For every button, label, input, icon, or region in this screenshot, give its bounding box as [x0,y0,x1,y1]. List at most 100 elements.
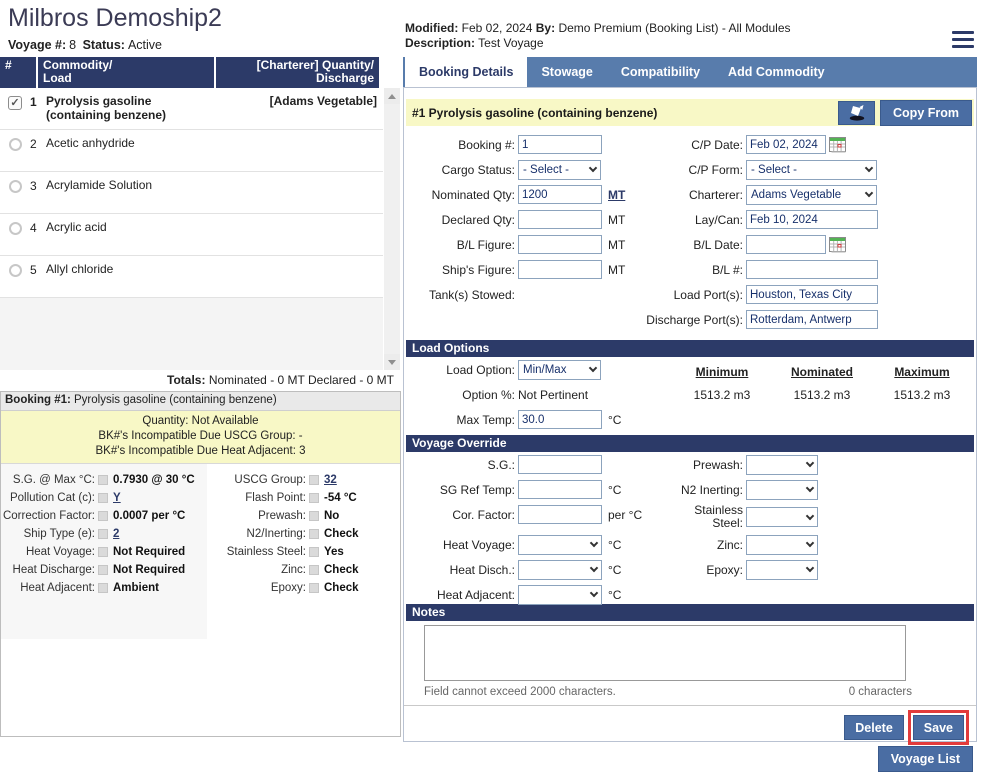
arrow-up-icon [388,94,396,99]
correction-factor-label: Correction Factor: [1,510,98,523]
modified-info: Modified: Feb 02, 2024 By: Demo Premium … [405,21,925,51]
left-pane: Milbros Demoship2 Voyage #:8 Status:Acti… [0,0,401,770]
row-number: 3 [30,178,46,193]
epoxy-select[interactable] [746,560,818,580]
ship-type-value-link[interactable]: 2 [113,528,119,541]
load-ports-input[interactable] [746,285,878,304]
row-5-radio[interactable] [9,264,22,277]
epoxy-value: Check [324,582,359,595]
bl-figure-label: B/L Figure: [406,238,518,252]
nominated-value: 1513.2 m3 [772,388,872,402]
commodity-table-header: # Commodity/ Load [Charterer] Quantity/ … [0,57,383,88]
tab-stowage[interactable]: Stowage [527,57,606,87]
bl-number-input[interactable] [746,260,878,279]
tab-add-commodity[interactable]: Add Commodity [714,57,839,87]
heat-adjacent-combo[interactable] [518,585,602,605]
prewash-select[interactable] [746,455,818,475]
tank-cleaning-button[interactable] [838,101,875,125]
tab-compatibility[interactable]: Compatibility [607,57,714,87]
heat-voyage-override-label: Heat Voyage: [406,538,518,552]
table-row-4[interactable]: 4 Acrylic acid [0,214,383,256]
cp-date-input[interactable] [746,135,826,154]
alert-quantity: Quantity: Not Available [1,414,400,429]
chevron-down-icon [806,564,814,572]
charterer-label: Charterer: [537,188,746,202]
commodity-name: Pyrolysis gasoline (containing benzene) [46,94,221,122]
booking-summary-panel: Booking #1: Pyrolysis gasoline (containi… [0,391,401,737]
table-row-2[interactable]: 2 Acetic anhydride [0,130,383,172]
booking-form: Booking #: Cargo Status:- Select - Nomin… [404,132,976,340]
chevron-down-icon [865,164,873,172]
minimum-value: 1513.2 m3 [672,388,772,402]
pollution-cat-value-link[interactable]: Y [113,492,121,505]
tab-booking-details[interactable]: Booking Details [405,57,527,87]
uscg-group-value-link[interactable]: 32 [324,474,337,487]
col-header-charterer-qty: [Charterer] Quantity/ Discharge [216,57,379,88]
check-icon: ✓ [10,98,19,109]
row-1-checkbox-checked[interactable]: ✓ [8,96,22,110]
bl-date-input[interactable] [746,235,826,254]
hamburger-menu-icon[interactable] [952,31,974,52]
load-ports-label: Load Port(s): [537,288,746,302]
table-row-1[interactable]: ✓ 1 Pyrolysis gasoline (containing benze… [0,88,383,130]
voyage-number: 8 [69,38,76,52]
discharge-ports-input[interactable] [746,310,878,329]
option-pct-value: Not Pertinent [518,388,588,402]
col-header-number: # [0,57,36,88]
option-pct-label: Option %: [406,388,518,402]
n2-inerting-value: Check [324,528,359,541]
info-square-icon [309,493,319,503]
save-highlight-annotation: Save [908,710,969,745]
chevron-down-icon [806,511,814,519]
heat-disch-override-label: Heat Disch.: [406,563,518,577]
info-square-icon [98,511,108,521]
cor-factor-label: Cor. Factor: [406,508,518,522]
commodity-list-scrollbar[interactable] [384,88,400,370]
voyage-list-button[interactable]: Voyage List [878,746,973,772]
max-temp-input[interactable] [518,410,602,429]
row-2-radio[interactable] [9,138,22,151]
voyage-override-header: Voyage Override [406,435,974,452]
totals-label: Totals: [167,373,205,387]
charterer-select[interactable]: Adams Vegetable [746,185,877,205]
alert-heat-adjacent: BK#'s Incompatible Due Heat Adjacent: 3 [1,444,400,459]
chevron-down-icon [865,189,873,197]
cp-form-select[interactable]: - Select - [746,160,877,180]
table-row-5[interactable]: 5 Allyl chloride [0,256,383,298]
row-4-radio[interactable] [9,222,22,235]
sg-ref-temp-label: SG Ref Temp: [406,483,518,497]
info-square-icon [309,565,319,575]
n2-inerting-select[interactable] [746,480,818,500]
row-number: 5 [30,262,46,277]
save-button[interactable]: Save [913,715,964,740]
chevron-down-icon [806,459,814,467]
info-square-icon [98,475,108,485]
stainless-steel-select[interactable] [746,507,818,527]
load-option-select[interactable]: Min/Max [518,360,601,380]
row-3-radio[interactable] [9,180,22,193]
booking-properties: S.G. @ Max °C:0.7930 @ 30 °C Pollution C… [1,464,400,639]
info-square-icon [98,493,108,503]
commodity-name: Acetic anhydride [46,136,221,150]
notes-textarea[interactable] [424,625,906,681]
commodity-name: Allyl chloride [46,262,221,276]
scroll-up-button[interactable] [384,88,400,104]
delete-button[interactable]: Delete [844,715,904,740]
calendar-icon[interactable] [829,136,848,153]
table-row-3[interactable]: 3 Acrylamide Solution [0,172,383,214]
copy-from-button[interactable]: Copy From [880,100,972,126]
heat-voyage-label: Heat Voyage: [1,546,98,559]
laycan-input[interactable] [746,210,878,229]
row-charterer: [Adams Vegetable] [221,94,379,108]
booking-number-label: Booking #: [406,138,518,152]
totals-line: Totals: Nominated - 0 MT Declared - 0 MT [0,370,399,391]
stainless-steel-value: Yes [324,546,344,559]
calendar-icon[interactable] [829,236,848,253]
right-pane: Modified: Feb 02, 2024 By: Demo Premium … [403,0,979,770]
zinc-select[interactable] [746,535,818,555]
prewash-label: Prewash: [207,510,309,523]
min-nom-max-table: Minimum1513.2 m3 Nominated1513.2 m3 Maxi… [672,365,972,402]
zinc-label: Zinc: [207,564,309,577]
tab-bar: Booking Details Stowage Compatibility Ad… [403,57,977,87]
scroll-down-button[interactable] [384,354,400,370]
